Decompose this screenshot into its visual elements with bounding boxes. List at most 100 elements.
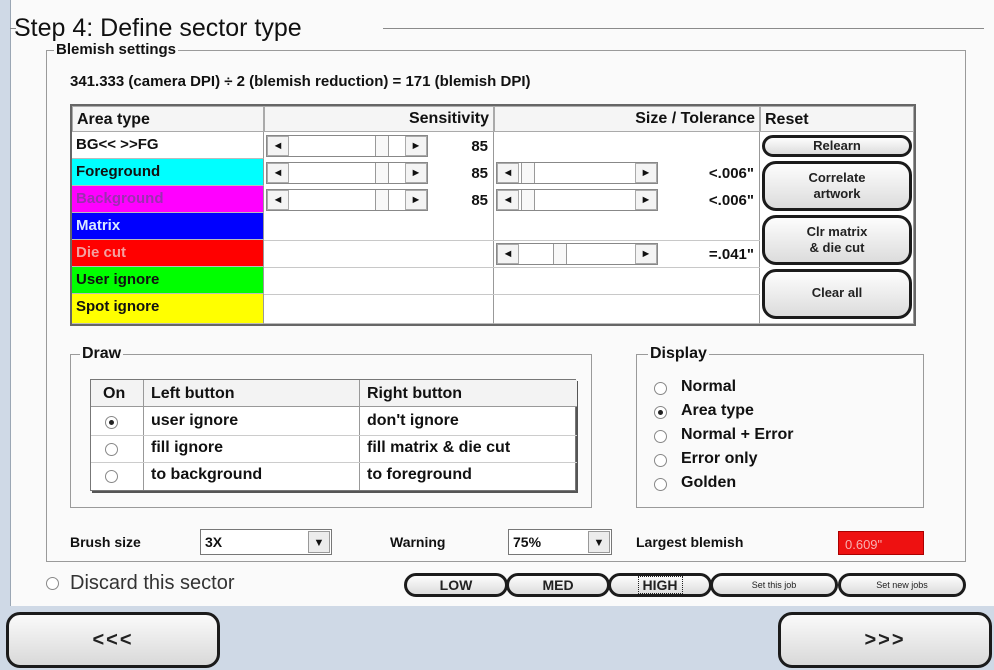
low-button[interactable]: LOW <box>404 573 508 597</box>
scroll-left-arrow-icon[interactable]: ◄ <box>497 163 519 183</box>
size-tolerance-column <box>494 132 760 324</box>
warning-label: Warning <box>390 534 446 550</box>
correlate-label: artwork <box>813 186 861 201</box>
step-title: Step 4: Define sector type <box>14 14 302 42</box>
area-type-matrix[interactable]: Matrix <box>72 213 264 240</box>
sensitivity-slider-bg-fg[interactable]: ◄ ► <box>266 135 428 157</box>
relearn-label: Relearn <box>813 138 861 153</box>
row-divider <box>91 435 577 436</box>
back-label: <<< <box>92 629 134 651</box>
sensitivity-value: 85 <box>471 165 488 182</box>
sensitivity-slider-background[interactable]: ◄ ► <box>266 189 428 211</box>
row-divider <box>91 462 577 463</box>
size-value: <.006" <box>708 192 754 209</box>
row-divider <box>264 267 760 268</box>
area-type-die-cut[interactable]: Die cut <box>72 240 264 267</box>
draw-right-action: fill matrix & die cut <box>367 439 511 456</box>
display-option-normal-error[interactable]: Normal + Error <box>681 426 793 444</box>
clr-matrix-label: Clr matrix <box>806 224 868 239</box>
discard-sector-label[interactable]: Discard this sector <box>70 572 235 595</box>
brush-size-label: Brush size <box>70 534 141 550</box>
next-button[interactable]: >>> <box>778 612 992 668</box>
display-option-area-type[interactable]: Area type <box>681 402 754 420</box>
sensitivity-value: 85 <box>471 138 488 155</box>
largest-blemish-label: Largest blemish <box>636 534 744 550</box>
brush-size-value: 3X <box>205 534 223 550</box>
display-radio-normal-error[interactable] <box>654 430 667 443</box>
slider-thumb[interactable] <box>521 190 535 210</box>
header-sensitivity: Sensitivity <box>264 106 494 132</box>
area-type-bg-fg: BG<< >>FG <box>72 132 264 159</box>
header-left-button: Left button <box>151 385 235 402</box>
blemish-formula: 341.333 (camera DPI) ÷ 2 (blemish reduct… <box>70 73 531 90</box>
clear-all-button[interactable]: Clear all <box>762 269 912 319</box>
header-right-button: Right button <box>367 385 463 402</box>
display-title: Display <box>648 345 709 363</box>
scroll-right-arrow-icon[interactable]: ► <box>635 190 657 210</box>
display-radio-error-only[interactable] <box>654 454 667 467</box>
size-slider-background[interactable]: ◄ ► <box>496 189 658 211</box>
area-type-spot-ignore[interactable]: Spot ignore <box>72 294 264 324</box>
back-button[interactable]: <<< <box>6 612 220 668</box>
scroll-left-arrow-icon[interactable]: ◄ <box>267 163 289 183</box>
draw-radio-to-background[interactable] <box>105 470 118 483</box>
high-button[interactable]: HIGH <box>608 573 712 597</box>
draw-left-action: fill ignore <box>151 439 223 456</box>
clr-matrix-die-cut-button[interactable]: Clr matrix & die cut <box>762 215 912 265</box>
med-button[interactable]: MED <box>506 573 610 597</box>
set-new-jobs-button[interactable]: Set new jobs <box>838 573 966 597</box>
relearn-button[interactable]: Relearn <box>762 135 912 157</box>
sensitivity-value: 85 <box>471 192 488 209</box>
scroll-right-arrow-icon[interactable]: ► <box>635 244 657 264</box>
correlate-label: Correlate <box>808 170 866 185</box>
slider-thumb[interactable] <box>553 244 567 264</box>
header-size-tolerance: Size / Tolerance <box>494 106 760 132</box>
warning-value: 75% <box>513 534 542 550</box>
correlate-artwork-button[interactable]: Correlate artwork <box>762 161 912 211</box>
area-type-foreground[interactable]: Foreground <box>72 159 264 186</box>
display-option-golden[interactable]: Golden <box>681 474 736 492</box>
scroll-left-arrow-icon[interactable]: ◄ <box>267 190 289 210</box>
scroll-right-arrow-icon[interactable]: ► <box>405 163 427 183</box>
step-frame-line <box>383 28 984 29</box>
blemish-settings-title: Blemish settings <box>54 41 179 58</box>
set-this-job-button[interactable]: Set this job <box>710 573 838 597</box>
warning-select[interactable]: 75% ▼ <box>508 529 612 555</box>
brush-size-select[interactable]: 3X ▼ <box>200 529 332 555</box>
size-value: =.041" <box>708 246 754 263</box>
scroll-left-arrow-icon[interactable]: ◄ <box>497 244 519 264</box>
area-type-background[interactable]: Background <box>72 186 264 213</box>
dropdown-arrow-icon[interactable]: ▼ <box>308 531 330 553</box>
sensitivity-slider-foreground[interactable]: ◄ ► <box>266 162 428 184</box>
slider-thumb[interactable] <box>375 163 389 183</box>
scroll-right-arrow-icon[interactable]: ► <box>405 136 427 156</box>
draw-table: On Left button Right button user ignore … <box>90 379 577 491</box>
display-option-error-only[interactable]: Error only <box>681 450 757 468</box>
area-type-user-ignore[interactable]: User ignore <box>72 267 264 294</box>
slider-thumb[interactable] <box>375 136 389 156</box>
size-slider-foreground[interactable]: ◄ ► <box>496 162 658 184</box>
row-divider <box>264 240 760 241</box>
display-radio-golden[interactable] <box>654 478 667 491</box>
blemish-table: Area type Sensitivity Size / Tolerance R… <box>70 104 916 326</box>
display-option-normal[interactable]: Normal <box>681 378 736 396</box>
scroll-right-arrow-icon[interactable]: ► <box>635 163 657 183</box>
clear-all-label: Clear all <box>811 285 863 300</box>
slider-thumb[interactable] <box>375 190 389 210</box>
size-slider-die-cut[interactable]: ◄ ► <box>496 243 658 265</box>
draw-radio-user-ignore[interactable] <box>105 416 118 429</box>
scroll-left-arrow-icon[interactable]: ◄ <box>497 190 519 210</box>
draw-title: Draw <box>80 345 124 363</box>
scroll-right-arrow-icon[interactable]: ► <box>405 190 427 210</box>
display-radio-area-type[interactable] <box>654 406 667 419</box>
header-reset: Reset <box>760 106 914 132</box>
header-area-type: Area type <box>72 106 264 132</box>
discard-sector-radio[interactable] <box>46 577 59 590</box>
dropdown-arrow-icon[interactable]: ▼ <box>588 531 610 553</box>
low-label: LOW <box>439 577 473 593</box>
draw-left-action: to background <box>151 466 263 483</box>
display-radio-normal[interactable] <box>654 382 667 395</box>
slider-thumb[interactable] <box>521 163 535 183</box>
scroll-left-arrow-icon[interactable]: ◄ <box>267 136 289 156</box>
draw-radio-fill-ignore[interactable] <box>105 443 118 456</box>
